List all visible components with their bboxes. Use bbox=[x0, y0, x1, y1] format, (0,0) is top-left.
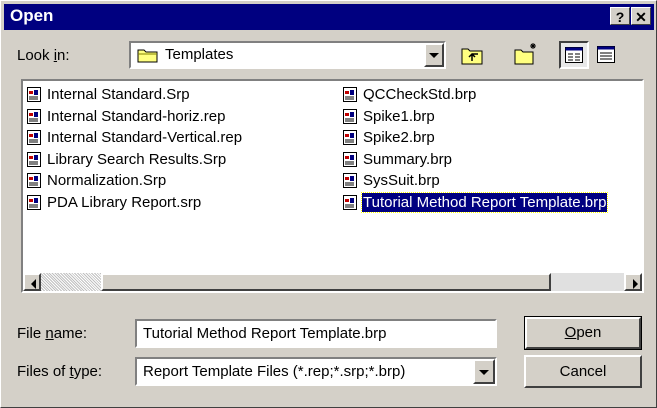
file-list-item-label: Internal Standard-horiz.rep bbox=[47, 107, 226, 125]
scroll-left-button[interactable] bbox=[23, 273, 41, 291]
look-in-label: Look in: bbox=[17, 47, 70, 64]
look-in-label-pre: Look bbox=[17, 47, 54, 64]
file-list-item-label: Tutorial Method Report Template.brp bbox=[360, 192, 609, 213]
report-file-icon bbox=[27, 151, 41, 167]
folder-icon bbox=[137, 49, 158, 63]
cancel-button[interactable]: Cancel bbox=[524, 355, 642, 388]
look-in-dropdown-arrow[interactable] bbox=[424, 43, 444, 67]
report-file-icon bbox=[343, 173, 357, 189]
title-bar[interactable]: Open ? ✕ bbox=[4, 4, 654, 30]
report-file-icon bbox=[27, 195, 41, 210]
open-button[interactable]: Open bbox=[525, 317, 641, 349]
look-in-label-post: n: bbox=[57, 47, 70, 64]
report-file-icon bbox=[27, 130, 41, 146]
chevron-down-icon bbox=[479, 369, 489, 375]
file-list-item-label: SysSuit.brp bbox=[363, 172, 440, 190]
files-of-type-value: Report Template Files (*.rep;*.srp;*.brp… bbox=[143, 363, 406, 380]
file-list-item-label: PDA Library Report.srp bbox=[47, 194, 202, 211]
file-list-item-label: QCCheckStd.brp bbox=[363, 86, 477, 103]
scrollbar-track[interactable] bbox=[41, 273, 101, 291]
help-button[interactable]: ? bbox=[610, 7, 630, 25]
file-name-label-pre: File bbox=[17, 325, 46, 342]
report-file-icon bbox=[343, 151, 357, 167]
file-list-item-label: Spike2.brp bbox=[363, 129, 435, 147]
report-file-icon bbox=[343, 108, 357, 124]
file-list-item-label: Summary.brp bbox=[363, 150, 452, 168]
arrow-right-icon bbox=[633, 279, 638, 289]
open-button-accel: O bbox=[564, 324, 577, 341]
close-button[interactable]: ✕ bbox=[631, 7, 651, 25]
new-folder-icon bbox=[514, 43, 536, 65]
new-folder-button[interactable] bbox=[513, 41, 539, 65]
open-button-label: pen bbox=[576, 324, 602, 341]
list-view-icon bbox=[565, 47, 583, 63]
files-of-type-label-pre: Files of bbox=[17, 363, 70, 380]
report-file-icon bbox=[27, 87, 41, 102]
look-in-value: Templates bbox=[165, 46, 234, 63]
file-list-item-label: Library Search Results.Srp bbox=[47, 150, 227, 168]
files-of-type-label: Files of type: bbox=[17, 363, 102, 380]
file-name-value: Tutorial Method Report Template.brp bbox=[143, 325, 387, 342]
arrow-left-icon bbox=[31, 279, 36, 289]
files-of-type-dropdown-arrow[interactable] bbox=[473, 359, 495, 384]
file-list[interactable]: Internal Standard.Srp Internal Standard-h… bbox=[21, 79, 644, 293]
look-in-combo[interactable]: Templates bbox=[129, 41, 446, 69]
file-list-item-label: Internal Standard-Vertical.rep bbox=[47, 129, 243, 147]
file-list-item-label: Spike1.brp bbox=[363, 107, 435, 125]
report-file-icon bbox=[27, 173, 41, 189]
file-list-item-label: Internal Standard.Srp bbox=[47, 86, 190, 103]
details-view-icon bbox=[597, 46, 615, 63]
list-view-button[interactable] bbox=[559, 41, 589, 69]
file-list-item-label: Normalization.Srp bbox=[47, 172, 167, 190]
open-dialog: Open ? ✕ Look in: Templates Internal Sta… bbox=[0, 0, 657, 408]
chevron-down-icon bbox=[429, 53, 439, 58]
scroll-right-button[interactable] bbox=[624, 273, 642, 291]
report-file-icon bbox=[343, 130, 357, 146]
files-of-type-label-post: ype: bbox=[73, 363, 103, 380]
report-file-icon bbox=[27, 108, 41, 124]
dialog-title: Open bbox=[10, 6, 54, 25]
files-of-type-combo[interactable]: Report Template Files (*.rep;*.srp;*.brp… bbox=[135, 357, 497, 386]
report-file-icon bbox=[343, 87, 357, 102]
horizontal-scrollbar[interactable] bbox=[23, 273, 642, 291]
up-folder-icon bbox=[461, 48, 483, 65]
open-button-frame: Open bbox=[524, 316, 642, 350]
file-name-label-post: ame: bbox=[53, 325, 88, 342]
details-view-button[interactable] bbox=[593, 43, 619, 67]
file-name-field[interactable]: Tutorial Method Report Template.brp bbox=[135, 319, 497, 348]
file-name-label-accel: n bbox=[45, 325, 54, 342]
up-folder-button[interactable] bbox=[459, 43, 485, 67]
scrollbar-thumb[interactable] bbox=[101, 273, 551, 291]
file-name-label: File name: bbox=[17, 325, 87, 342]
report-file-icon bbox=[343, 195, 357, 210]
